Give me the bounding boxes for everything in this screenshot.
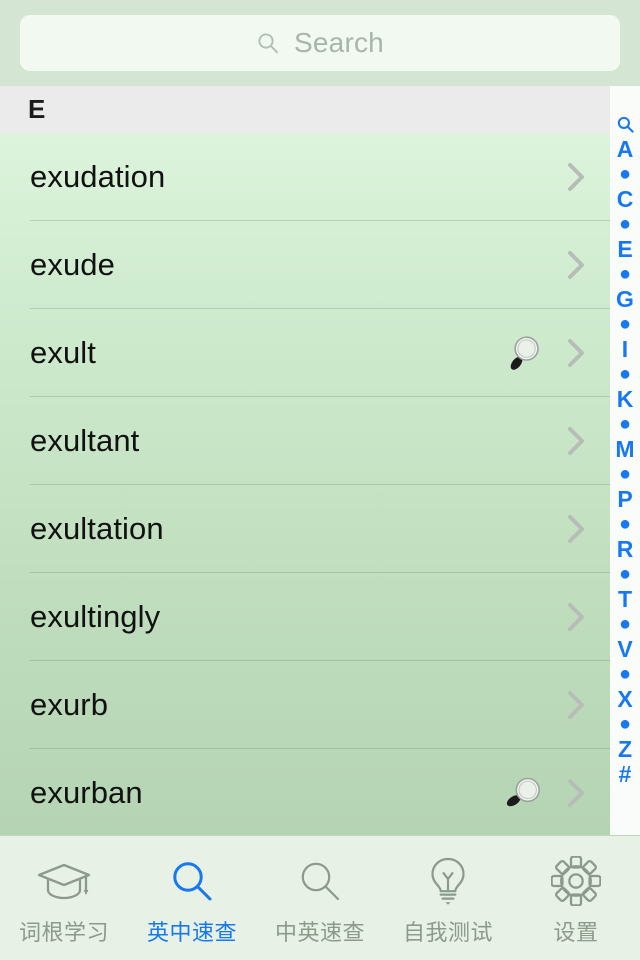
list-item[interactable]: exult [0, 309, 610, 397]
search-bar: Search [0, 0, 640, 86]
list-item[interactable]: exultation [0, 485, 610, 573]
row-accessory-group [500, 770, 588, 816]
index-letter-T[interactable]: T [610, 587, 640, 612]
word-label: exurb [30, 687, 109, 722]
word-label: exultant [30, 423, 140, 458]
word-label: exude [30, 247, 115, 282]
word-label: exult [30, 335, 96, 370]
index-letter-I[interactable]: I [610, 337, 640, 362]
tab-3[interactable]: 中英速查 [256, 836, 384, 960]
list-item[interactable]: exudation [0, 133, 610, 221]
lookup-magnifier-icon[interactable] [500, 770, 546, 816]
tab-2[interactable]: 英中速查 [128, 836, 256, 960]
row-accessory-group [564, 686, 588, 724]
magnifier-icon [296, 855, 344, 907]
index-letter-#[interactable]: # [610, 762, 640, 787]
index-dot[interactable]: ● [610, 512, 640, 537]
tab-bar: 词根学习 英中速查 中英速查 自我测试 设置 [0, 835, 640, 960]
index-dot[interactable]: ● [610, 262, 640, 287]
word-label: exudation [30, 159, 166, 194]
word-label: exurban [30, 775, 143, 810]
chevron-right-icon [564, 334, 588, 372]
index-dot[interactable]: ● [610, 212, 640, 237]
tab-label: 自我测试 [402, 920, 493, 945]
index-letter-C[interactable]: C [610, 187, 640, 212]
search-placeholder-group: Search [256, 27, 384, 59]
index-letter-Z[interactable]: Z [610, 737, 640, 762]
app-screen: Search E exudation exude exult exultant exul… [0, 0, 640, 960]
index-letter-V[interactable]: V [610, 637, 640, 662]
section-header-letter: E [28, 94, 46, 124]
list-item[interactable]: exultant [0, 397, 610, 485]
list-item[interactable]: exurb [0, 661, 610, 749]
gear-icon [551, 855, 601, 907]
index-search-icon[interactable] [610, 112, 640, 137]
tab-1[interactable]: 词根学习 [0, 836, 128, 960]
index-dot[interactable]: ● [610, 612, 640, 637]
tab-label: 中英速查 [274, 920, 365, 945]
chevron-right-icon [564, 158, 588, 196]
word-label: exultation [30, 511, 164, 546]
chevron-right-icon [564, 686, 588, 724]
index-letter-E[interactable]: E [610, 237, 640, 262]
tab-4[interactable]: 自我测试 [384, 836, 512, 960]
graduation-cap-icon [36, 855, 92, 907]
search-icon [256, 31, 280, 55]
word-label: exultingly [30, 599, 161, 634]
index-dot[interactable]: ● [610, 312, 640, 337]
index-letter-A[interactable]: A [610, 137, 640, 162]
row-accessory-group [564, 598, 588, 636]
chevron-right-icon [564, 246, 588, 284]
index-dot[interactable]: ● [610, 562, 640, 587]
list-item[interactable]: exurban [0, 749, 610, 835]
index-letter-P[interactable]: P [610, 487, 640, 512]
search-placeholder-text: Search [294, 27, 384, 58]
index-letter-X[interactable]: X [610, 687, 640, 712]
search-input[interactable]: Search [20, 15, 620, 71]
lightbulb-icon [427, 855, 469, 907]
chevron-right-icon [564, 422, 588, 460]
index-dot[interactable]: ● [610, 362, 640, 387]
index-dot[interactable]: ● [610, 162, 640, 187]
index-dot[interactable]: ● [610, 462, 640, 487]
index-dot[interactable]: ● [610, 712, 640, 737]
index-dot[interactable]: ● [610, 412, 640, 437]
row-accessory-group [564, 510, 588, 548]
word-list[interactable]: exudation exude exult exultant exultation exu… [0, 133, 610, 835]
chevron-right-icon [564, 598, 588, 636]
section-header: E [0, 86, 610, 133]
alphabet-index-bar[interactable]: A ● C ● E ● G ● I ● K ● M ● P ● R ● T ● V ● X ● Z # [610, 86, 640, 835]
index-letter-R[interactable]: R [610, 537, 640, 562]
index-letter-M[interactable]: M [610, 437, 640, 462]
index-letter-K[interactable]: K [610, 387, 640, 412]
row-accessory-group [564, 246, 588, 284]
index-letter-G[interactable]: G [610, 287, 640, 312]
index-dot[interactable]: ● [610, 662, 640, 687]
list-item[interactable]: exude [0, 221, 610, 309]
row-accessory-group [564, 422, 588, 460]
tab-label: 英中速查 [146, 920, 237, 945]
chevron-right-icon [564, 510, 588, 548]
row-accessory-group [564, 158, 588, 196]
row-accessory-group [500, 330, 588, 376]
tab-5[interactable]: 设置 [512, 836, 640, 960]
chevron-right-icon [564, 774, 588, 812]
list-item[interactable]: exultingly [0, 573, 610, 661]
magnifier-icon [168, 855, 216, 907]
tab-label: 设置 [553, 920, 599, 945]
tab-label: 词根学习 [18, 920, 109, 945]
lookup-magnifier-icon[interactable] [500, 330, 546, 376]
